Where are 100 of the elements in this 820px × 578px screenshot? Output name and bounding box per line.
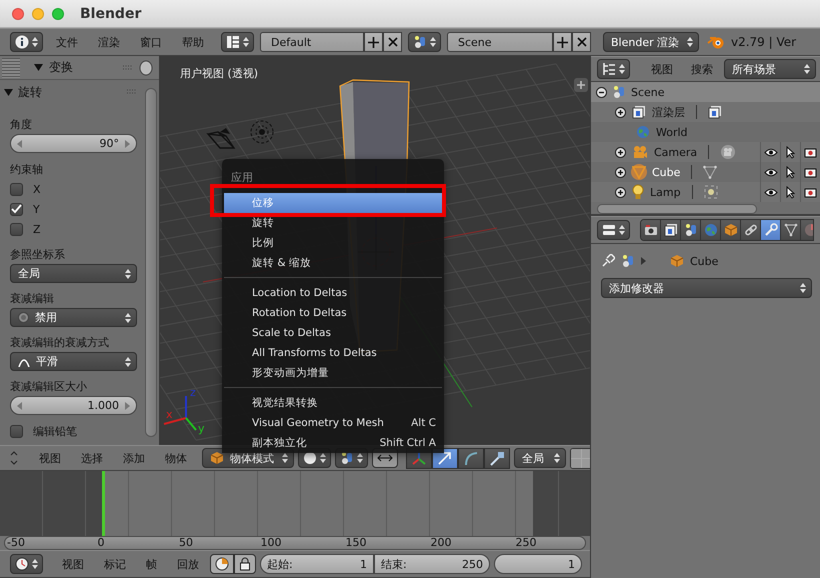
menu-item[interactable]: 文件 — [49, 32, 85, 52]
menu-item[interactable]: 回放 — [170, 554, 206, 574]
checkbox[interactable] — [10, 182, 23, 196]
camera-icon — [804, 166, 817, 178]
menu-item[interactable]: 视图 — [55, 554, 91, 574]
properties-tab[interactable] — [681, 220, 701, 240]
menu-item[interactable]: 形变动画为增量 — [224, 363, 442, 383]
scene-shapes-icon — [612, 85, 626, 99]
dropdown[interactable]: 平滑 — [10, 352, 137, 371]
up-down-arrows-icon — [357, 452, 363, 464]
image-stack-icon — [708, 105, 722, 119]
add-modifier-dropdown[interactable]: 添加修改器 — [601, 278, 812, 298]
add-button[interactable] — [553, 32, 572, 52]
menu-item[interactable]: All Transforms to Deltas — [224, 343, 442, 363]
menu-item[interactable]: Visual Geometry to Mesh Alt C — [224, 413, 442, 433]
checkbox-label: X — [33, 182, 41, 196]
dropdown[interactable]: 全局 — [10, 264, 137, 283]
window-title: Blender — [80, 6, 142, 22]
scrollbar[interactable] — [597, 204, 757, 214]
orientation-dropdown[interactable]: 全局 — [514, 448, 566, 468]
editor-type-button[interactable] — [597, 220, 630, 240]
camera-icon — [804, 186, 817, 198]
properties-tab[interactable] — [781, 220, 801, 240]
outliner-row[interactable]: 渲染层 — [591, 102, 820, 122]
menu-item[interactable]: 搜索 — [684, 60, 720, 78]
checkbox[interactable] — [10, 202, 23, 216]
number-field[interactable]: 90° — [10, 134, 137, 153]
chevron-right-icon — [641, 257, 646, 265]
camera-icon — [644, 224, 658, 236]
frame-ruler[interactable]: -50 0 50 100 150 200 250 — [4, 536, 586, 550]
up-down-arrows-icon — [243, 36, 249, 48]
properties-tab[interactable] — [761, 220, 781, 240]
checkbox[interactable] — [10, 424, 23, 438]
expand-button[interactable] — [574, 78, 588, 92]
scene-selector-button[interactable] — [408, 32, 441, 52]
editor-type-button[interactable] — [10, 32, 43, 52]
pin-icon — [601, 254, 615, 268]
clock-icon — [15, 557, 29, 571]
menu-item[interactable]: 选择 — [74, 448, 110, 468]
close-window-button[interactable] — [12, 8, 24, 20]
menu-item[interactable]: 物体 — [158, 448, 194, 468]
scrollbar[interactable] — [145, 88, 157, 437]
menu-item[interactable]: Scale to Deltas — [224, 323, 442, 343]
scene-name-field[interactable]: Scene — [447, 32, 553, 52]
scene-filter-dropdown[interactable]: 所有场景 — [724, 59, 816, 79]
properties-tab[interactable] — [721, 220, 741, 240]
sphere-icon — [303, 451, 317, 465]
menu-item[interactable]: 标记 — [97, 554, 133, 574]
operator-title[interactable]: 旋转 — [18, 84, 122, 100]
menu-item[interactable]: 窗口 — [133, 32, 169, 52]
properties-tab[interactable] — [661, 220, 681, 240]
up-down-arrows-icon — [804, 63, 810, 75]
menu-item[interactable]: 旋转 — [224, 213, 442, 233]
cursor-arrow-icon — [786, 186, 795, 198]
start-frame-field[interactable]: 起始: 1 — [260, 554, 374, 574]
editor-type-button[interactable] — [597, 59, 630, 79]
menu-item[interactable]: 比例 — [224, 233, 442, 253]
menu-item[interactable]: 旋转 & 缩放 — [224, 253, 442, 273]
panel-grip[interactable] — [2, 58, 20, 78]
manipulator-button[interactable] — [484, 448, 510, 468]
lock-button[interactable] — [234, 554, 256, 574]
outliner-row[interactable]: Camera — [591, 142, 820, 162]
scale-handle-icon — [489, 450, 505, 466]
layout-name-field[interactable]: Default — [260, 32, 364, 52]
delete-button[interactable] — [383, 32, 402, 52]
menu-item[interactable]: 视觉结果转换 — [224, 393, 442, 413]
plus-icon — [557, 36, 568, 48]
field-label: 约束轴 — [10, 162, 44, 178]
menu-item[interactable]: 视图 — [644, 60, 680, 78]
up-down-arrows-icon — [430, 36, 436, 48]
number-field[interactable]: 1.000 — [10, 396, 137, 415]
menu-item[interactable]: Location to Deltas — [224, 283, 442, 303]
menu-item[interactable]: 添加 — [116, 448, 152, 468]
editor-type-button[interactable] — [10, 554, 43, 574]
left-arrow-icon — [17, 140, 22, 148]
scene-shapes-icon — [684, 223, 698, 237]
properties-tab[interactable] — [741, 220, 761, 240]
menu-item[interactable]: 帮助 — [175, 32, 211, 52]
menu-item[interactable]: 视图 — [32, 448, 68, 468]
layout-selector-button[interactable] — [221, 32, 254, 52]
movie-camera-icon — [720, 145, 736, 159]
end-frame-field[interactable]: 结束: 250 — [374, 554, 490, 574]
menu-item[interactable]: Rotation to Deltas — [224, 303, 442, 323]
keying-button[interactable] — [210, 554, 234, 574]
menu-item[interactable]: 帧 — [139, 554, 164, 574]
render-engine-dropdown[interactable]: Blender 渲染 — [603, 32, 699, 52]
dropdown[interactable]: 禁用 — [10, 308, 137, 327]
menu-item[interactable]: 渲染 — [91, 32, 127, 52]
cube-icon — [724, 223, 738, 237]
outliner-row[interactable]: Lamp — [591, 182, 820, 202]
blender-logo-icon — [707, 34, 725, 50]
current-frame-field[interactable]: 1 — [494, 554, 582, 574]
properties-tab[interactable] — [641, 220, 661, 240]
outliner-row[interactable]: Scene — [591, 82, 820, 102]
add-button[interactable] — [364, 32, 383, 52]
triangle-vertices-icon — [784, 223, 798, 237]
checkbox[interactable] — [10, 222, 23, 236]
object-name: Cube — [690, 254, 718, 268]
delete-button[interactable] — [572, 32, 591, 52]
lamp-data-icon — [704, 185, 718, 199]
